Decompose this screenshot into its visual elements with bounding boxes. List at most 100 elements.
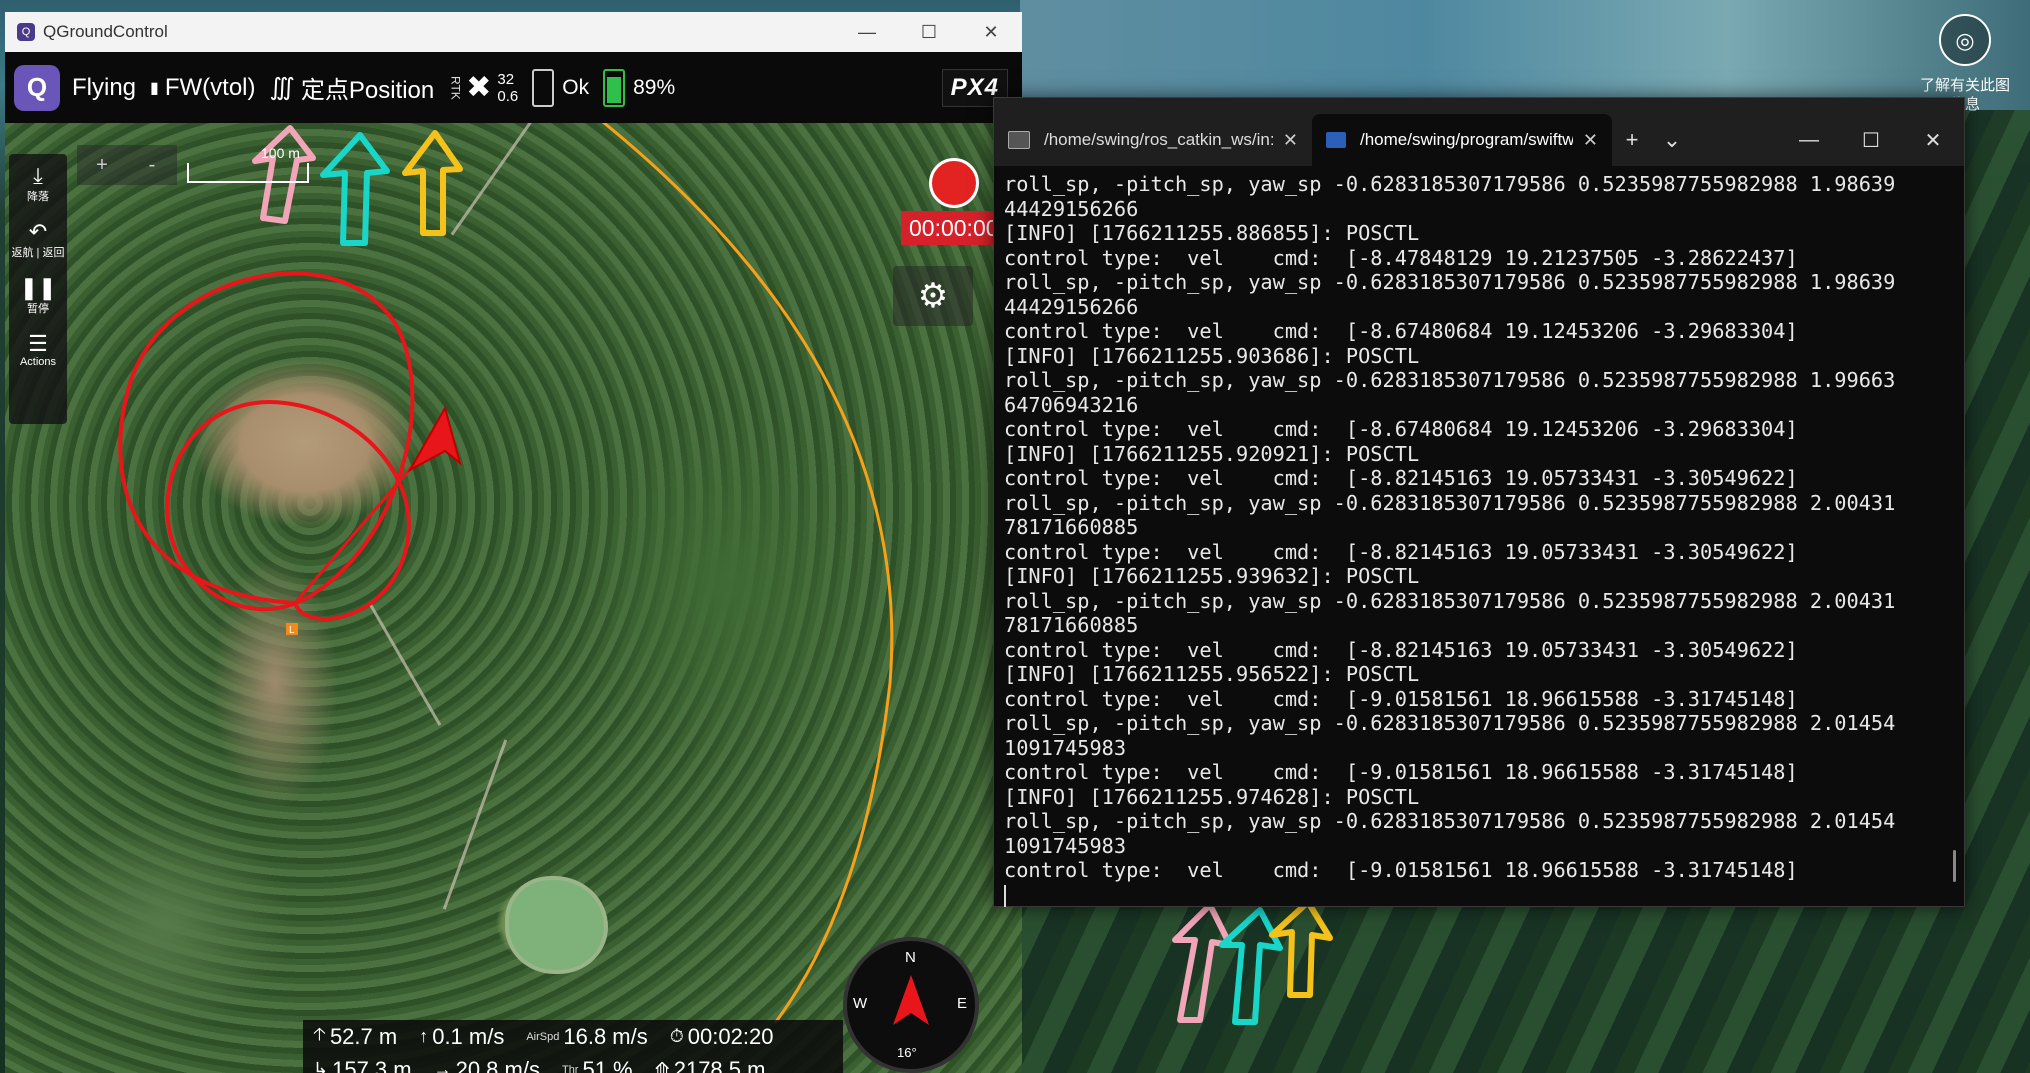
terminal-line: control type: vel cmd: [-8.82145163 19.0…: [1004, 539, 1798, 564]
minimize-button[interactable]: —: [836, 22, 898, 43]
maximize-button[interactable]: ☐: [898, 22, 960, 43]
zoom-out-button[interactable]: -: [127, 145, 177, 185]
flight-mode-icon: ∭: [269, 74, 295, 101]
flight-time-icon: ⏱: [669, 1026, 684, 1046]
pause-button[interactable]: ❚❚ 暂停: [9, 266, 67, 322]
rtk-label: RTK: [448, 75, 463, 100]
terminal-line: [INFO] [1766211255.956522]: POSCTL: [1004, 662, 1420, 686]
terminal-line: control type: vel cmd: [-8.82145163 19.0…: [1004, 637, 1798, 662]
throttle-label: Thr: [561, 1063, 579, 1073]
flight-mode-selector[interactable]: ∭ 定点Position: [270, 70, 435, 105]
terminal-line: control type: vel cmd: [-9.01581561 18.9…: [1004, 858, 1798, 882]
widget-line1: 了解有关此图: [1919, 77, 2010, 94]
zoom-controls: + -: [77, 145, 177, 185]
qgc-logo-button[interactable]: Q: [14, 64, 60, 111]
terminal-line: roll_sp, -pitch_sp, yaw_sp -0.6283185307…: [1004, 490, 1896, 515]
terminal-output[interactable]: roll_sp, -pitch_sp, yaw_sp -0.6283185307…: [994, 166, 1964, 913]
desktop-river: [1020, 0, 2030, 110]
tab-title: /home/swing/program/swiftw: [1360, 130, 1573, 149]
message-icon: ▮: [150, 79, 159, 97]
hamburger-icon: ☰: [28, 331, 48, 356]
map-overlay: L: [118, 123, 894, 1024]
terminal-tab[interactable]: /home/swing/ros_catkin_ws/in: ✕: [994, 114, 1312, 166]
new-tab-button[interactable]: +: [1612, 127, 1652, 153]
flight-state[interactable]: Flying: [72, 74, 136, 102]
land-button[interactable]: ⤓ 降落: [9, 154, 67, 210]
terminal-line: [INFO] [1766211255.920921]: POSCTL: [1004, 441, 1420, 466]
flight-state-label: Flying: [72, 73, 137, 101]
satellite-icon: ✖: [466, 71, 492, 104]
qgc-titlebar: Q QGroundControl — ☐ ✕: [5, 12, 1022, 52]
gps-indicator[interactable]: RTK ✖ 32 0.6: [448, 70, 518, 105]
record-button[interactable]: [929, 158, 979, 208]
vehicle-icon: [407, 405, 462, 473]
powershell-icon: [1326, 132, 1346, 148]
telemetry-panel[interactable]: 🡡 52.7 m ↑ 0.1 m/s AirSpd 16.8 m/s ⏱ 00:02:2…: [303, 1020, 843, 1073]
terminal-tabbar: /home/swing/ros_catkin_ws/in: ✕ /home/sw…: [994, 98, 1964, 166]
yellow-arrow-icon: [402, 130, 463, 236]
settings-gear-button[interactable]: ⚙: [893, 266, 973, 326]
flight-path-trail: [118, 271, 415, 621]
terminal-line: [INFO] [1766211255.886855]: POSCTL: [1004, 221, 1420, 245]
total-distance-icon: ⟰: [654, 1059, 670, 1073]
vertical-speed-value: 0.1 m/s: [432, 1023, 505, 1049]
battery-status-label: Ok: [562, 75, 590, 99]
total-distance-value: 2178.5 m: [673, 1056, 766, 1073]
terminal-line: control type: vel cmd: [-8.67480684 19.1…: [1004, 417, 1798, 441]
terminal-line: 1091745983: [1004, 833, 1127, 858]
zoom-in-button[interactable]: +: [77, 145, 127, 185]
tab-close-icon[interactable]: ✕: [1583, 130, 1598, 151]
battery-status-indicator[interactable]: Ok: [532, 68, 590, 107]
battery-percent-indicator[interactable]: 89%: [603, 68, 676, 107]
tab-close-icon[interactable]: ✕: [1283, 130, 1298, 151]
terminal-cursor: [1004, 883, 1954, 907]
altitude-icon: 🡡: [313, 1023, 326, 1044]
terminal-scrollbar[interactable]: [1953, 850, 1956, 882]
maximize-button[interactable]: ☐: [1840, 128, 1902, 153]
terminal-tab-active[interactable]: /home/swing/program/swiftw ✕: [1312, 114, 1612, 166]
scale-bar: [187, 163, 309, 183]
geofence-arc: [601, 123, 894, 1024]
minimize-button[interactable]: —: [1778, 129, 1840, 152]
terminal-line: roll_sp, -pitch_sp, yaw_sp -0.6283185307…: [1004, 172, 1896, 196]
scale-label: 100 m: [261, 145, 300, 161]
distance-home-icon: ↳: [313, 1059, 329, 1073]
terminal-line: 64706943216: [1004, 392, 1139, 417]
terminal-line: 78171660885: [1004, 515, 1139, 539]
compass-widget: N E W 16°: [843, 937, 979, 1073]
terminal-icon: [1008, 131, 1030, 149]
cyan-arrow-icon: [320, 132, 390, 246]
vehicle-type-label: FW(vtol): [164, 73, 256, 101]
terminal-line: roll_sp, -pitch_sp, yaw_sp -0.6283185307…: [1004, 809, 1896, 833]
land-icon: ⤓: [33, 163, 43, 188]
terminal-line: [INFO] [1766211255.974628]: POSCTL: [1004, 784, 1420, 809]
terminal-line: 44429156266: [1004, 196, 1139, 221]
tab-dropdown-button[interactable]: ⌄: [1652, 127, 1692, 153]
land-label: 降落: [27, 191, 49, 203]
terminal-line: 44429156266: [1004, 294, 1139, 319]
rtl-button[interactable]: ↶ 返航 | 返回: [9, 210, 67, 266]
airspeed-value: 16.8 m/s: [563, 1023, 648, 1049]
close-button[interactable]: ✕: [960, 22, 1022, 43]
altitude-value: 52.7 m: [329, 1023, 398, 1049]
terminal-line: control type: vel cmd: [-8.67480684 19.1…: [1004, 319, 1798, 343]
rtl-label: 返航 | 返回: [11, 247, 65, 259]
actions-label: Actions: [19, 356, 57, 368]
compass-heading: 16°: [897, 1045, 917, 1060]
qgc-app-icon: Q: [17, 23, 35, 41]
vehicle-type[interactable]: ▮ FW(vtol): [150, 74, 255, 102]
qgc-window-title: QGroundControl: [43, 22, 168, 41]
terminal-line: roll_sp, -pitch_sp, yaw_sp -0.6283185307…: [1004, 588, 1896, 613]
map-view[interactable]: L + - 100 m 00:00:00 ⚙ 🡡 52.7 m ↑ 0.1 m/s …: [5, 123, 1022, 1073]
camera-icon: ◎: [1939, 14, 1991, 66]
terminal-line: 1091745983: [1004, 735, 1127, 760]
terminal-line: control type: vel cmd: [-8.47848129 19.2…: [1004, 245, 1798, 270]
gps-count: 32: [497, 70, 515, 88]
battery-percent: 89%: [633, 75, 676, 99]
terminal-line: roll_sp, -pitch_sp, yaw_sp -0.6283185307…: [1004, 368, 1896, 392]
climb-rate-icon: ↑: [419, 1026, 429, 1046]
actions-button[interactable]: ☰ Actions: [9, 322, 67, 378]
flight-tools-bar: ⤓ 降落 ↶ 返航 | 返回 ❚❚ 暂停 ☰ Actions: [9, 154, 67, 424]
home-marker-label: L: [289, 625, 295, 636]
close-button[interactable]: ✕: [1902, 128, 1964, 153]
